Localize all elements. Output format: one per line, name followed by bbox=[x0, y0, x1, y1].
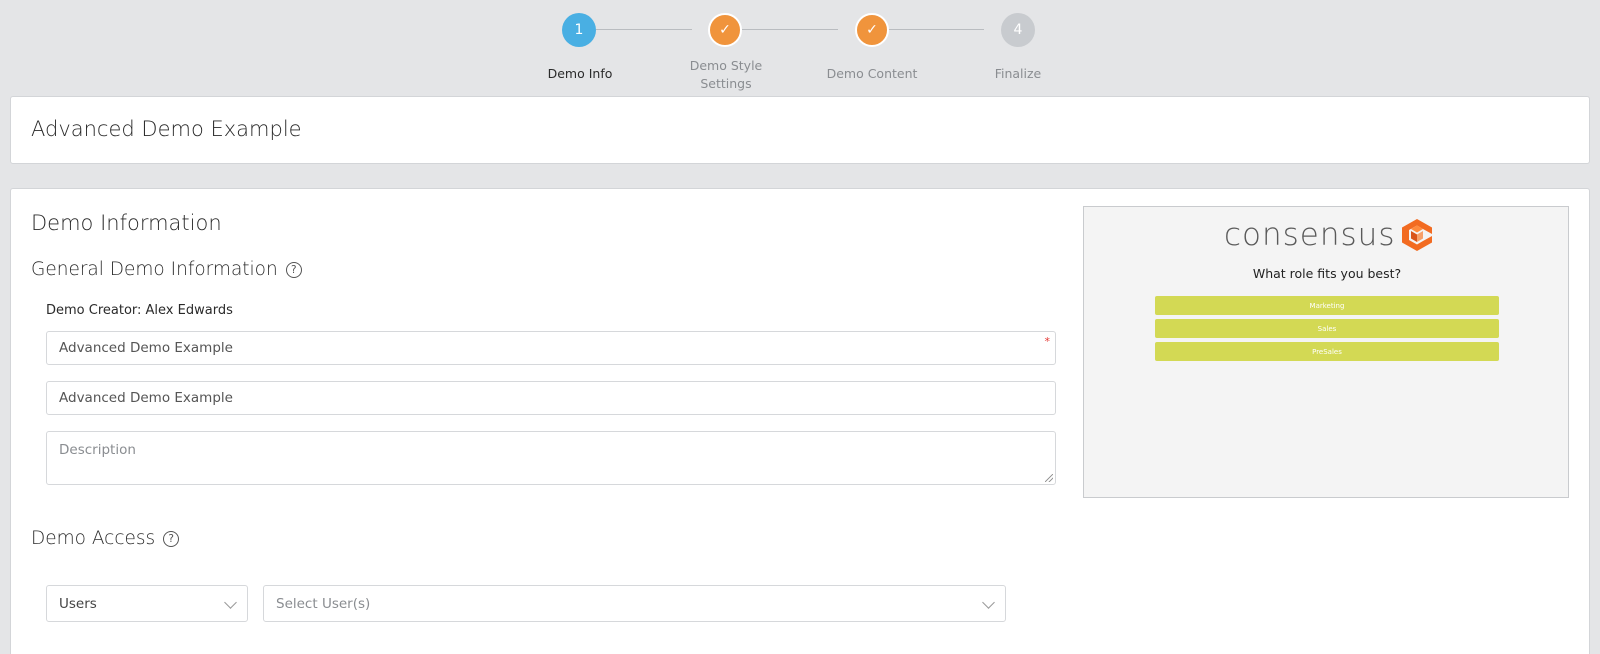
preview-option-marketing[interactable]: Marketing bbox=[1155, 296, 1499, 315]
progress-stepper: 1 ✓ ✓ 4 Demo Info Demo Style Settings De… bbox=[0, 0, 1600, 96]
step-1-label[interactable]: Demo Info bbox=[520, 65, 640, 83]
step-1-marker[interactable]: 1 bbox=[562, 13, 596, 47]
step-connector bbox=[596, 29, 692, 30]
demo-access-heading: Demo Access ? bbox=[31, 528, 180, 549]
demo-preview: consensus What role fits you best? Marke… bbox=[1083, 206, 1569, 498]
demo-information-card: Demo Information General Demo Informatio… bbox=[10, 188, 1590, 654]
demo-name-input[interactable]: Advanced Demo Example * bbox=[46, 331, 1056, 365]
help-icon[interactable]: ? bbox=[285, 261, 302, 278]
step-3-check-icon[interactable]: ✓ bbox=[855, 13, 889, 47]
preview-question: What role fits you best? bbox=[1252, 266, 1402, 281]
step-4-label[interactable]: Finalize bbox=[958, 65, 1078, 83]
demo-access-title: Demo Access bbox=[31, 528, 156, 549]
consensus-logo-icon bbox=[1402, 219, 1433, 251]
description-placeholder: Description bbox=[59, 442, 136, 458]
select-users-placeholder: Select User(s) bbox=[276, 595, 371, 612]
step-connector bbox=[888, 29, 984, 30]
title-card: Advanced Demo Example bbox=[10, 96, 1590, 164]
step-2-check-icon[interactable]: ✓ bbox=[708, 13, 742, 47]
page-title: Advanced Demo Example bbox=[31, 117, 302, 141]
step-2-label[interactable]: Demo Style Settings bbox=[666, 57, 786, 93]
description-textarea[interactable]: Description bbox=[46, 431, 1056, 485]
demo-name-value: Advanced Demo Example bbox=[59, 340, 233, 356]
consensus-logo: consensus bbox=[1224, 217, 1433, 253]
step-connector bbox=[742, 29, 838, 30]
help-icon[interactable]: ? bbox=[163, 530, 180, 547]
demo-creator: Demo Creator: Alex Edwards bbox=[46, 303, 233, 318]
select-users-dropdown[interactable]: Select User(s) bbox=[263, 585, 1006, 622]
general-info-title: General Demo Information bbox=[31, 259, 278, 280]
required-indicator: * bbox=[1044, 335, 1051, 348]
step-3-label[interactable]: Demo Content bbox=[812, 65, 932, 83]
step-2-label-line1: Demo Style bbox=[689, 58, 763, 73]
chevron-down-icon bbox=[224, 596, 237, 609]
general-info-heading: General Demo Information ? bbox=[31, 259, 302, 280]
chevron-down-icon bbox=[982, 596, 995, 609]
preview-option-sales[interactable]: Sales bbox=[1155, 319, 1499, 338]
preview-option-presales[interactable]: PreSales bbox=[1155, 342, 1499, 361]
section-title: Demo Information bbox=[31, 211, 222, 235]
access-type-value: Users bbox=[59, 595, 97, 612]
step-4-marker[interactable]: 4 bbox=[1001, 13, 1035, 47]
step-2-label-line2: Settings bbox=[700, 76, 752, 91]
logo-text: consensus bbox=[1224, 217, 1396, 253]
resize-handle-icon[interactable] bbox=[1045, 474, 1053, 482]
demo-display-name-value: Advanced Demo Example bbox=[59, 390, 233, 406]
access-type-select[interactable]: Users bbox=[46, 585, 248, 622]
demo-display-name-input[interactable]: Advanced Demo Example bbox=[46, 381, 1056, 415]
